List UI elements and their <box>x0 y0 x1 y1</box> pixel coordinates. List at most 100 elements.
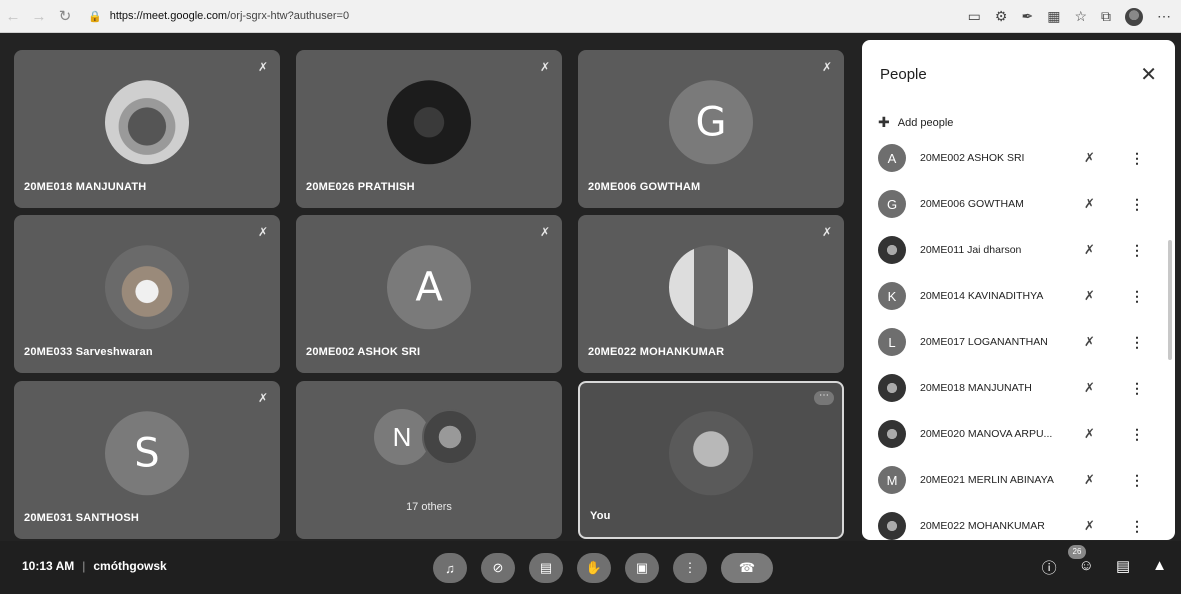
participant-avatar: G <box>878 190 906 218</box>
mic-off-icon: ✗ <box>257 60 268 74</box>
profile-avatar[interactable] <box>1125 7 1143 26</box>
participant-avatar: M <box>878 466 906 494</box>
participant-row[interactable]: 20ME011 Jai dharson ✗ ⋮ <box>862 228 1175 272</box>
pen-icon[interactable]: ✒ <box>1021 8 1033 25</box>
meeting-info: 10:13 AM | cmóthgowsk <box>22 559 167 573</box>
more-vert-icon[interactable]: ⋮ <box>1130 196 1144 213</box>
self-avatar <box>669 411 753 496</box>
extension-icon[interactable]: ▦ <box>1047 8 1060 25</box>
forward-icon[interactable]: → <box>26 3 52 29</box>
info-icon[interactable]: ⓘ <box>1042 557 1057 578</box>
participant-tile[interactable]: S ✗ 20ME031 SANTHOSH <box>14 381 280 539</box>
participant-avatar: K <box>878 282 906 310</box>
captions-icon: ▤ <box>539 560 553 575</box>
present-screen-button[interactable]: ▣ <box>625 553 659 583</box>
participant-avatar: S <box>105 411 189 496</box>
browser-toolbar: ← → ↻ 🔒 https://meet.google.com /orj-sgr… <box>0 0 1181 33</box>
participant-row[interactable]: A 20ME002 ASHOK SRI ✗ ⋮ <box>862 136 1175 180</box>
favorites-icon[interactable]: ☆ <box>1074 8 1087 25</box>
participant-row[interactable]: 20ME020 MANOVA ARPU... ✗ ⋮ <box>862 412 1175 456</box>
more-vert-icon[interactable]: ⋮ <box>1130 288 1144 305</box>
participant-avatar <box>105 245 189 330</box>
participant-row[interactable]: 20ME022 MOHANKUMAR ✗ ⋮ <box>862 504 1175 540</box>
divider: | <box>82 559 86 573</box>
url-host: https://meet.google.com <box>109 10 228 22</box>
participant-name: 20ME006 GOWTHAM <box>588 181 701 193</box>
participant-name: 20ME022 MOHANKUMAR <box>588 346 725 358</box>
participant-name: 20ME002 ASHOK SRI <box>920 152 1025 164</box>
more-vert-icon[interactable]: ⋮ <box>1130 242 1144 259</box>
people-icon[interactable]: ☺ <box>1079 557 1094 578</box>
add-person-icon: ✚ <box>878 114 890 130</box>
address-bar[interactable]: 🔒 https://meet.google.com /orj-sgrx-htw?… <box>88 10 349 23</box>
camera-off-icon: ⊘ <box>492 560 504 575</box>
read-aloud-icon[interactable]: ⚙ <box>995 8 1008 25</box>
mic-off-icon: ✗ <box>257 391 268 405</box>
collections-icon[interactable]: ⧉ <box>1101 8 1111 25</box>
meeting-code: cmóthgowsk <box>93 559 167 573</box>
participant-row[interactable]: M 20ME021 MERLIN ABINAYA ✗ ⋮ <box>862 458 1175 502</box>
mic-off-icon: ✗ <box>1084 196 1095 211</box>
participant-tile[interactable]: ✗ 20ME033 Sarveshwaran <box>14 215 280 373</box>
microphone-icon: ♫ <box>445 560 455 576</box>
more-vert-icon[interactable]: ⋮ <box>1130 472 1144 489</box>
meeting-stage: ✗ 20ME018 MANJUNATH ✗ 20ME026 PRATHISH G… <box>0 33 1181 594</box>
participant-tile[interactable]: ✗ 20ME026 PRATHISH <box>296 50 562 208</box>
participant-avatar <box>878 512 906 540</box>
more-options-button[interactable]: ⋮ <box>673 553 707 583</box>
participant-name: 20ME011 Jai dharson <box>920 244 1022 256</box>
back-icon[interactable]: ← <box>0 3 26 29</box>
others-tile[interactable]: N 17 others <box>296 381 562 539</box>
self-tile[interactable]: ⋯ You <box>578 381 844 539</box>
screen-cast-icon[interactable]: ▭ <box>968 8 981 25</box>
more-vert-icon[interactable]: ⋮ <box>1130 334 1144 351</box>
participant-avatar: L <box>878 328 906 356</box>
others-avatars: N <box>374 409 484 469</box>
participant-name: 20ME020 MANOVA ARPU... <box>920 428 1053 440</box>
participant-tile[interactable]: A ✗ 20ME002 ASHOK SRI <box>296 215 562 373</box>
participant-row[interactable]: 20ME018 MANJUNATH ✗ ⋮ <box>862 366 1175 410</box>
participant-row[interactable]: G 20ME006 GOWTHAM ✗ ⋮ <box>862 182 1175 226</box>
participant-tile[interactable]: ✗ 20ME018 MANJUNATH <box>14 50 280 208</box>
participant-avatar <box>669 245 753 330</box>
close-icon[interactable]: ✕ <box>1140 62 1157 87</box>
people-title: People <box>880 66 927 83</box>
participant-name: 20ME002 ASHOK SRI <box>306 346 421 358</box>
participant-avatar: A <box>878 144 906 172</box>
more-vert-icon[interactable]: ⋮ <box>1130 150 1144 167</box>
participant-name: 20ME033 Sarveshwaran <box>24 346 153 358</box>
participant-name: 20ME014 KAVINADITHYA <box>920 290 1044 302</box>
people-panel: People ✕ ✚ Add people A 20ME002 ASHOK SR… <box>862 40 1175 540</box>
microphone-button[interactable]: ♫ <box>433 553 467 583</box>
participant-name: 20ME026 PRATHISH <box>306 181 415 193</box>
camera-off-button[interactable]: ⊘ <box>481 553 515 583</box>
mic-off-icon: ✗ <box>1084 242 1095 257</box>
participant-avatar <box>105 80 189 165</box>
present-icon: ▣ <box>635 560 649 575</box>
activities-icon[interactable]: ▲ <box>1152 557 1167 578</box>
more-options-icon[interactable]: ⋯ <box>814 391 834 405</box>
scrollbar[interactable] <box>1168 240 1172 360</box>
participant-name: 20ME018 MANJUNATH <box>920 382 1032 394</box>
participant-tile[interactable]: ✗ 20ME022 MOHANKUMAR <box>578 215 844 373</box>
participant-row[interactable]: L 20ME017 LOGANANTHAN ✗ ⋮ <box>862 320 1175 364</box>
hand-icon: ✋ <box>585 560 603 575</box>
more-menu-icon[interactable]: ⋯ <box>1157 8 1171 25</box>
add-people-button[interactable]: ✚ Add people <box>878 114 953 131</box>
more-vert-icon[interactable]: ⋮ <box>1130 380 1144 397</box>
leave-call-button[interactable]: ☎ <box>721 553 773 583</box>
captions-button[interactable]: ▤ <box>529 553 563 583</box>
reload-icon[interactable]: ↻ <box>52 3 78 29</box>
more-vert-icon: ⋮ <box>683 560 697 575</box>
mic-off-icon: ✗ <box>1084 380 1095 395</box>
participant-name: 20ME031 SANTHOSH <box>24 512 140 524</box>
participant-avatar: A <box>387 245 471 330</box>
participant-row[interactable]: K 20ME014 KAVINADITHYA ✗ ⋮ <box>862 274 1175 318</box>
more-vert-icon[interactable]: ⋮ <box>1130 518 1144 535</box>
participant-tile[interactable]: G ✗ 20ME006 GOWTHAM <box>578 50 844 208</box>
chat-icon[interactable]: ▤ <box>1116 557 1130 578</box>
mic-off-icon: ✗ <box>1084 334 1095 349</box>
more-vert-icon[interactable]: ⋮ <box>1130 426 1144 443</box>
raise-hand-button[interactable]: ✋ <box>577 553 611 583</box>
mic-off-icon: ✗ <box>1084 150 1095 165</box>
